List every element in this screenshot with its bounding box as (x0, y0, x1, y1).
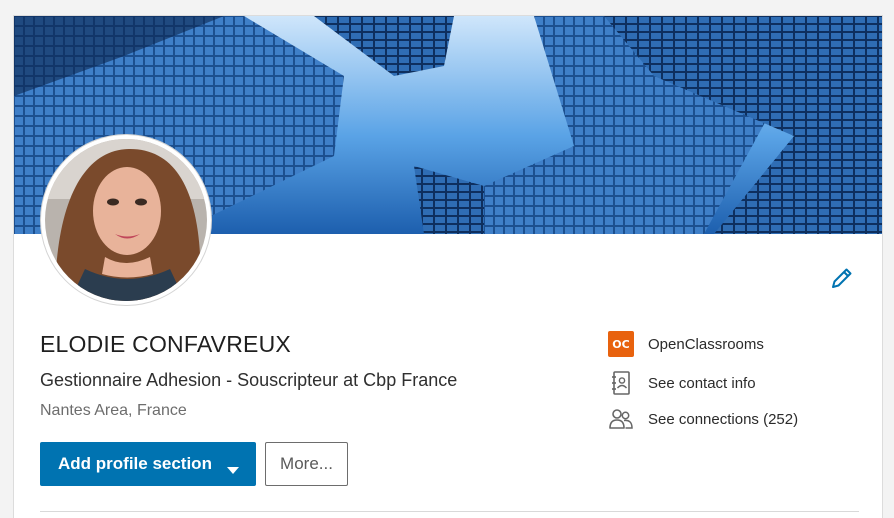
address-book-icon (607, 369, 635, 397)
connections-label: See connections (252) (648, 410, 799, 428)
caret-down-icon (226, 460, 240, 480)
edit-intro-button[interactable] (826, 264, 858, 296)
contact-info-label: See contact info (648, 374, 756, 392)
people-icon (607, 405, 635, 433)
more-button[interactable]: More... (265, 442, 348, 486)
openclassrooms-logo: OC (608, 331, 634, 357)
section-divider (40, 511, 859, 512)
profile-name: ELODIE CONFAVREUX (40, 331, 291, 357)
add-profile-section-button[interactable]: Add profile section (40, 442, 256, 486)
connections-link[interactable]: See connections (252) (607, 405, 798, 433)
profile-avatar[interactable] (40, 134, 212, 306)
pencil-icon (830, 266, 854, 295)
profile-card: ELODIE CONFAVREUX Gestionnaire Adhesion … (13, 15, 883, 518)
profile-location: Nantes Area, France (40, 402, 187, 419)
contact-info-link[interactable]: See contact info (607, 369, 756, 397)
current-company-label: OpenClassrooms (648, 335, 764, 353)
add-profile-section-label: Add profile section (58, 454, 212, 473)
current-company-link[interactable]: OC OpenClassrooms (607, 330, 764, 358)
profile-headline: Gestionnaire Adhesion - Souscripteur at … (40, 370, 458, 390)
